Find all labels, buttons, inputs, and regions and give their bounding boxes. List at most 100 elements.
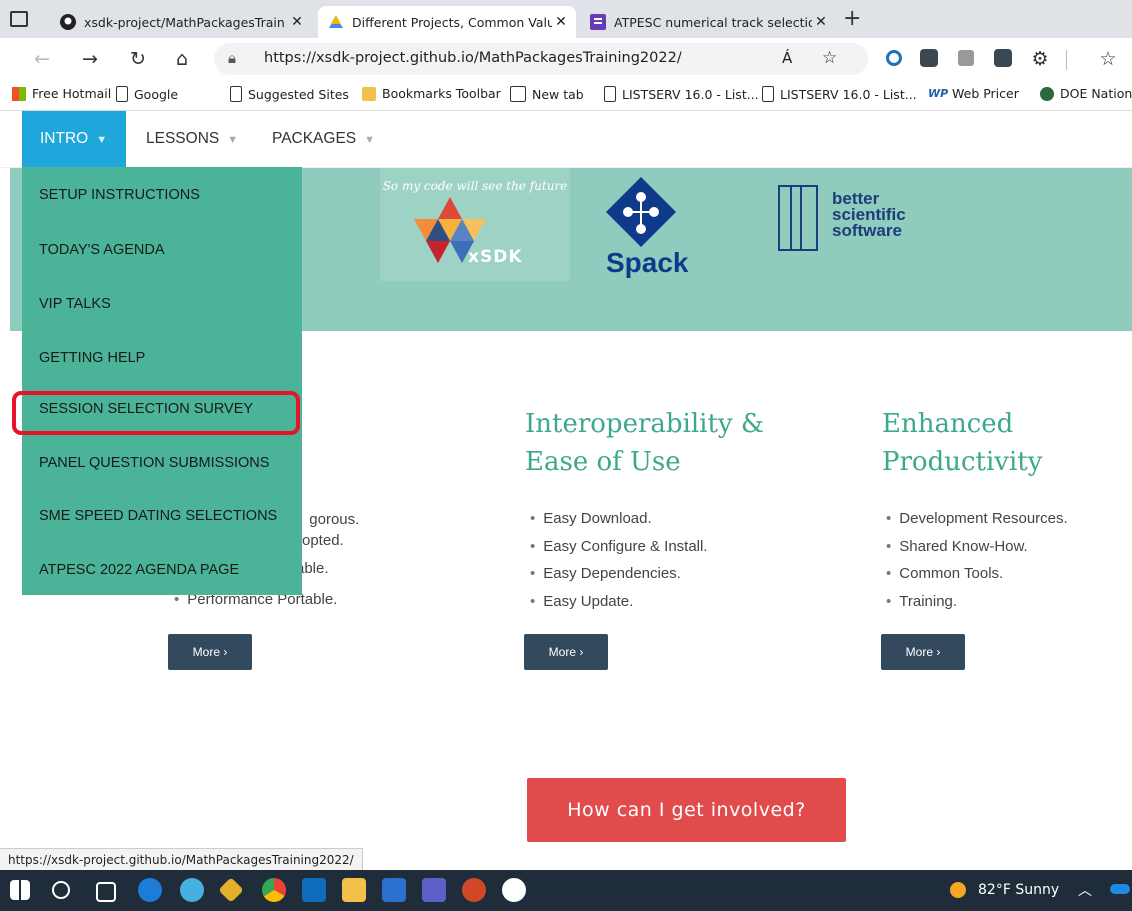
list-item: Easy Update. (530, 588, 708, 616)
favorite-listserv-1[interactable]: LISTSERV 16.0 - List... (604, 86, 759, 102)
search-icon[interactable] (52, 881, 70, 899)
url-text: https://xsdk-project.github.io/MathPacka… (264, 50, 682, 66)
web-page: So my code will see the future xSDK Spac… (0, 111, 1132, 848)
list-item: Easy Dependencies. (530, 560, 708, 588)
home-icon[interactable]: ⌂ (170, 47, 194, 71)
extensions-puzzle-icon[interactable]: ⚙ (1028, 47, 1052, 71)
more-button[interactable]: More › (168, 634, 252, 670)
nav-intro[interactable]: INTRO ▼ (22, 111, 126, 167)
close-tab-icon[interactable]: ✕ (552, 14, 570, 30)
favorite-google[interactable]: Google (116, 86, 178, 102)
more-button[interactable]: More › (881, 634, 965, 670)
doe-icon (1040, 86, 1054, 101)
menu-item-atpesc-agenda-page[interactable]: ATPESC 2022 AGENDA PAGE (39, 562, 239, 578)
favorite-new-tab[interactable]: New tab (510, 86, 584, 102)
web-pricer-icon: WP (928, 86, 949, 100)
extension-icon[interactable] (886, 50, 902, 66)
task-view-icon[interactable] (96, 882, 116, 902)
close-tab-icon[interactable]: ✕ (812, 14, 830, 30)
calendar-icon (510, 86, 526, 102)
spack-label: Spack (606, 247, 689, 278)
extension-icon[interactable] (958, 50, 974, 66)
windows-start-icon[interactable] (10, 880, 30, 900)
list-item: Training. (886, 588, 1068, 616)
more-button[interactable]: More › (524, 634, 608, 670)
get-involved-button[interactable]: How can I get involved? (527, 778, 846, 842)
feature-list-quality: gorous. (296, 506, 359, 534)
extension-icon[interactable] (994, 49, 1012, 67)
xsdk-logo: So my code will see the future xSDK (380, 167, 570, 281)
outlook-icon[interactable] (302, 878, 326, 902)
page-icon (116, 86, 128, 102)
menu-item-sme-speed-dating[interactable]: SME SPEED DATING SELECTIONS (39, 508, 277, 524)
drive-icon (328, 14, 344, 30)
menu-item-setup-instructions[interactable]: SETUP INSTRUCTIONS (39, 187, 200, 203)
nav-lessons[interactable]: LESSONS ▼ (146, 111, 238, 167)
app-icon[interactable] (218, 877, 244, 903)
list-item: Easy Download. (530, 505, 708, 533)
page-icon (762, 86, 774, 102)
file-explorer-icon[interactable] (342, 878, 366, 902)
weather-text: 82°F Sunny (978, 882, 1060, 898)
tab-github[interactable]: xsdk-project/MathPackagesTrain ✕ (50, 6, 312, 38)
favorite-listserv-2[interactable]: LISTSERV 16.0 - List... (762, 86, 917, 102)
lock-icon: 🔒︎ (228, 49, 236, 67)
menu-item-panel-question-submissions[interactable]: PANEL QUESTION SUBMISSIONS (39, 455, 269, 471)
address-toolbar: ← → ↻ ⌂ 🔒︎ https://xsdk-project.github.i… (0, 38, 1132, 80)
back-icon[interactable]: ← (30, 47, 54, 71)
menu-item-todays-agenda[interactable]: TODAY'S AGENDA (39, 242, 165, 258)
list-item: gorous. (296, 506, 359, 534)
list-item: Common Tools. (886, 560, 1068, 588)
xsdk-label: xSDK (468, 247, 523, 267)
tab-actions-icon[interactable] (10, 11, 28, 27)
weather-sun-icon (950, 882, 966, 898)
refresh-icon[interactable]: ↻ (126, 47, 150, 71)
tab-title: Different Projects, Common Valu (352, 14, 552, 30)
new-tab-button[interactable]: + (843, 6, 861, 31)
tab-title: xsdk-project/MathPackagesTrain (84, 14, 285, 30)
read-aloud-icon[interactable]: Á (782, 49, 792, 67)
xsdk-tagline: So my code will see the future (382, 179, 568, 193)
microsoft-icon (12, 86, 26, 101)
menu-item-getting-help[interactable]: GETTING HELP (39, 350, 145, 366)
chevron-up-icon[interactable]: ︿ (1078, 880, 1092, 900)
forms-icon (590, 14, 606, 30)
powerpoint-icon[interactable] (462, 878, 486, 902)
favorite-bookmarks-toolbar[interactable]: Bookmarks Toolbar (362, 86, 501, 101)
menu-item-vip-talks[interactable]: VIP TALKS (39, 296, 111, 312)
favorite-doe-national[interactable]: DOE Nationa (1040, 86, 1132, 101)
browser-tab-strip: xsdk-project/MathPackagesTrain ✕ Differe… (0, 0, 1132, 38)
close-tab-icon[interactable]: ✕ (288, 14, 306, 30)
spack-logo: Spack (600, 177, 710, 287)
favorite-star-icon[interactable]: ☆ (822, 48, 837, 68)
slack-icon[interactable] (502, 878, 526, 902)
tab-different-projects[interactable]: Different Projects, Common Valu ✕ (318, 6, 576, 38)
caret-down-icon: ▼ (96, 134, 108, 146)
forward-icon[interactable]: → (78, 47, 102, 71)
list-item: opted. (302, 532, 344, 549)
github-icon (60, 14, 76, 30)
app-icon[interactable] (180, 878, 204, 902)
heading-interoperability: Interoperability & Ease of Use (525, 409, 765, 477)
caret-down-icon: ▼ (227, 134, 239, 146)
onedrive-icon[interactable] (1110, 884, 1130, 894)
feature-list-interoperability: Easy Download. Easy Configure & Install.… (530, 505, 708, 616)
extension-icon[interactable] (920, 49, 938, 67)
spack-diamond-icon (606, 177, 676, 247)
teams-icon[interactable] (422, 878, 446, 902)
bss-mark-icon (778, 185, 818, 251)
vs-app-icon[interactable] (382, 878, 406, 902)
site-nav: INTRO ▼ LESSONS ▼ PACKAGES ▼ (0, 111, 1132, 168)
tab-atpesc-forms[interactable]: ATPESC numerical track selection ✕ (580, 6, 836, 38)
folder-icon (362, 86, 376, 101)
favorites-icon[interactable]: ☆ (1096, 47, 1120, 71)
address-bar[interactable]: 🔒︎ https://xsdk-project.github.io/MathPa… (214, 43, 868, 75)
tab-title: ATPESC numerical track selection (614, 14, 812, 30)
favorite-free-hotmail[interactable]: Free Hotmail (12, 86, 111, 101)
edge-icon[interactable] (138, 878, 162, 902)
favorite-suggested-sites[interactable]: Suggested Sites (230, 86, 349, 102)
favorite-web-pricer[interactable]: WP Web Pricer (928, 86, 1019, 101)
chrome-icon[interactable] (262, 878, 286, 902)
nav-packages[interactable]: PACKAGES ▼ (272, 111, 375, 167)
favorites-bar: Free Hotmail Google Suggested Sites Book… (0, 80, 1132, 111)
